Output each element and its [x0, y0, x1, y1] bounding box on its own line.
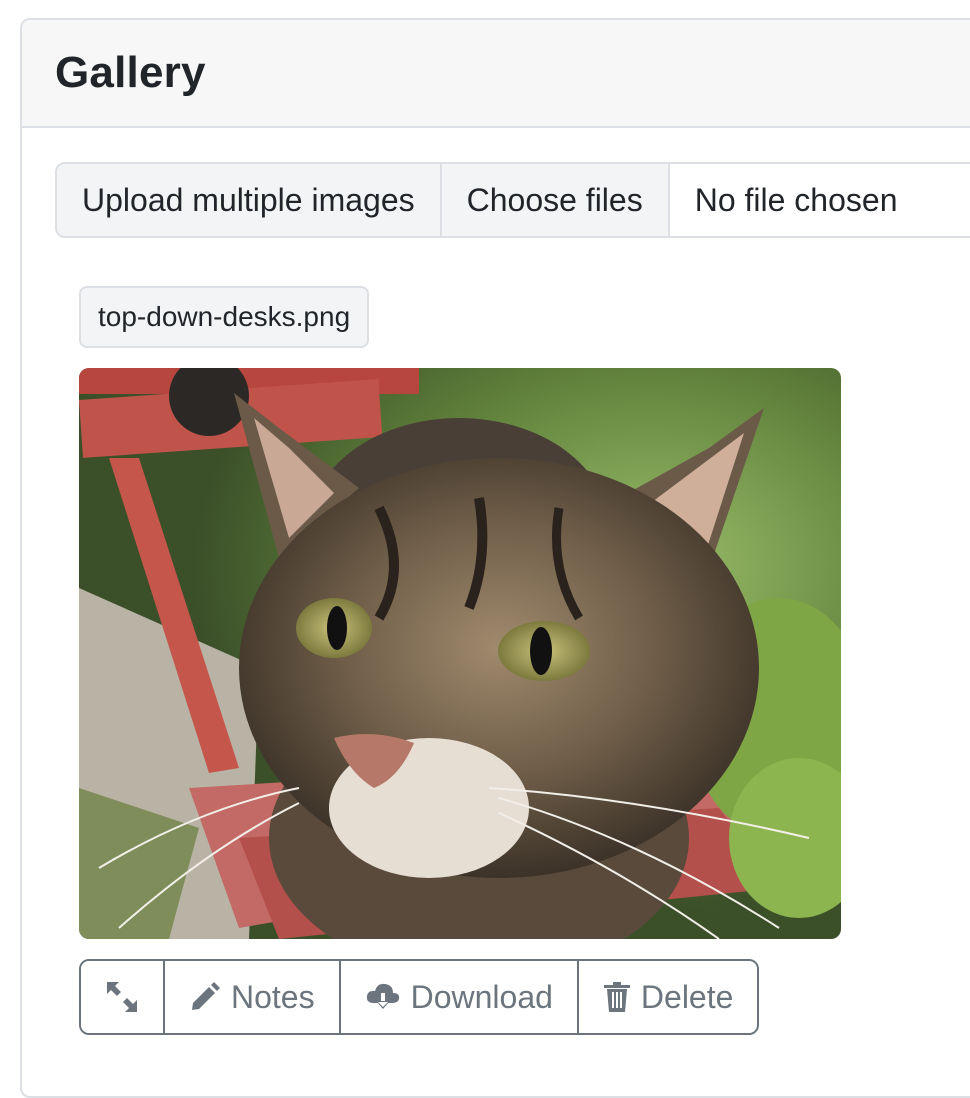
image-actions-group: Notes Download Delete — [79, 959, 760, 1035]
download-button[interactable]: Download — [340, 961, 579, 1033]
card-header: Gallery — [22, 20, 970, 128]
expand-arrows-icon — [105, 980, 139, 1014]
trash-icon — [603, 981, 631, 1013]
delete-button[interactable]: Delete — [578, 961, 758, 1033]
download-label: Download — [410, 978, 553, 1015]
delete-label: Delete — [640, 978, 734, 1015]
cloud-download-icon — [365, 981, 401, 1013]
pencil-icon — [189, 981, 221, 1013]
gallery-image[interactable] — [79, 368, 841, 939]
notes-button[interactable]: Notes — [165, 961, 341, 1033]
notes-label: Notes — [231, 978, 315, 1015]
upload-label: Upload multiple images — [57, 164, 442, 236]
file-status-text: No file chosen — [694, 181, 898, 218]
expand-button[interactable] — [81, 961, 165, 1033]
image-filename: top-down-desks.png — [79, 286, 370, 348]
page-title: Gallery — [55, 48, 206, 97]
gallery-card: Gallery Upload multiple images Choose fi… — [20, 18, 970, 1098]
choose-files-button[interactable]: Choose files — [441, 164, 670, 236]
upload-input-group: Upload multiple images Choose files No f… — [55, 162, 970, 238]
